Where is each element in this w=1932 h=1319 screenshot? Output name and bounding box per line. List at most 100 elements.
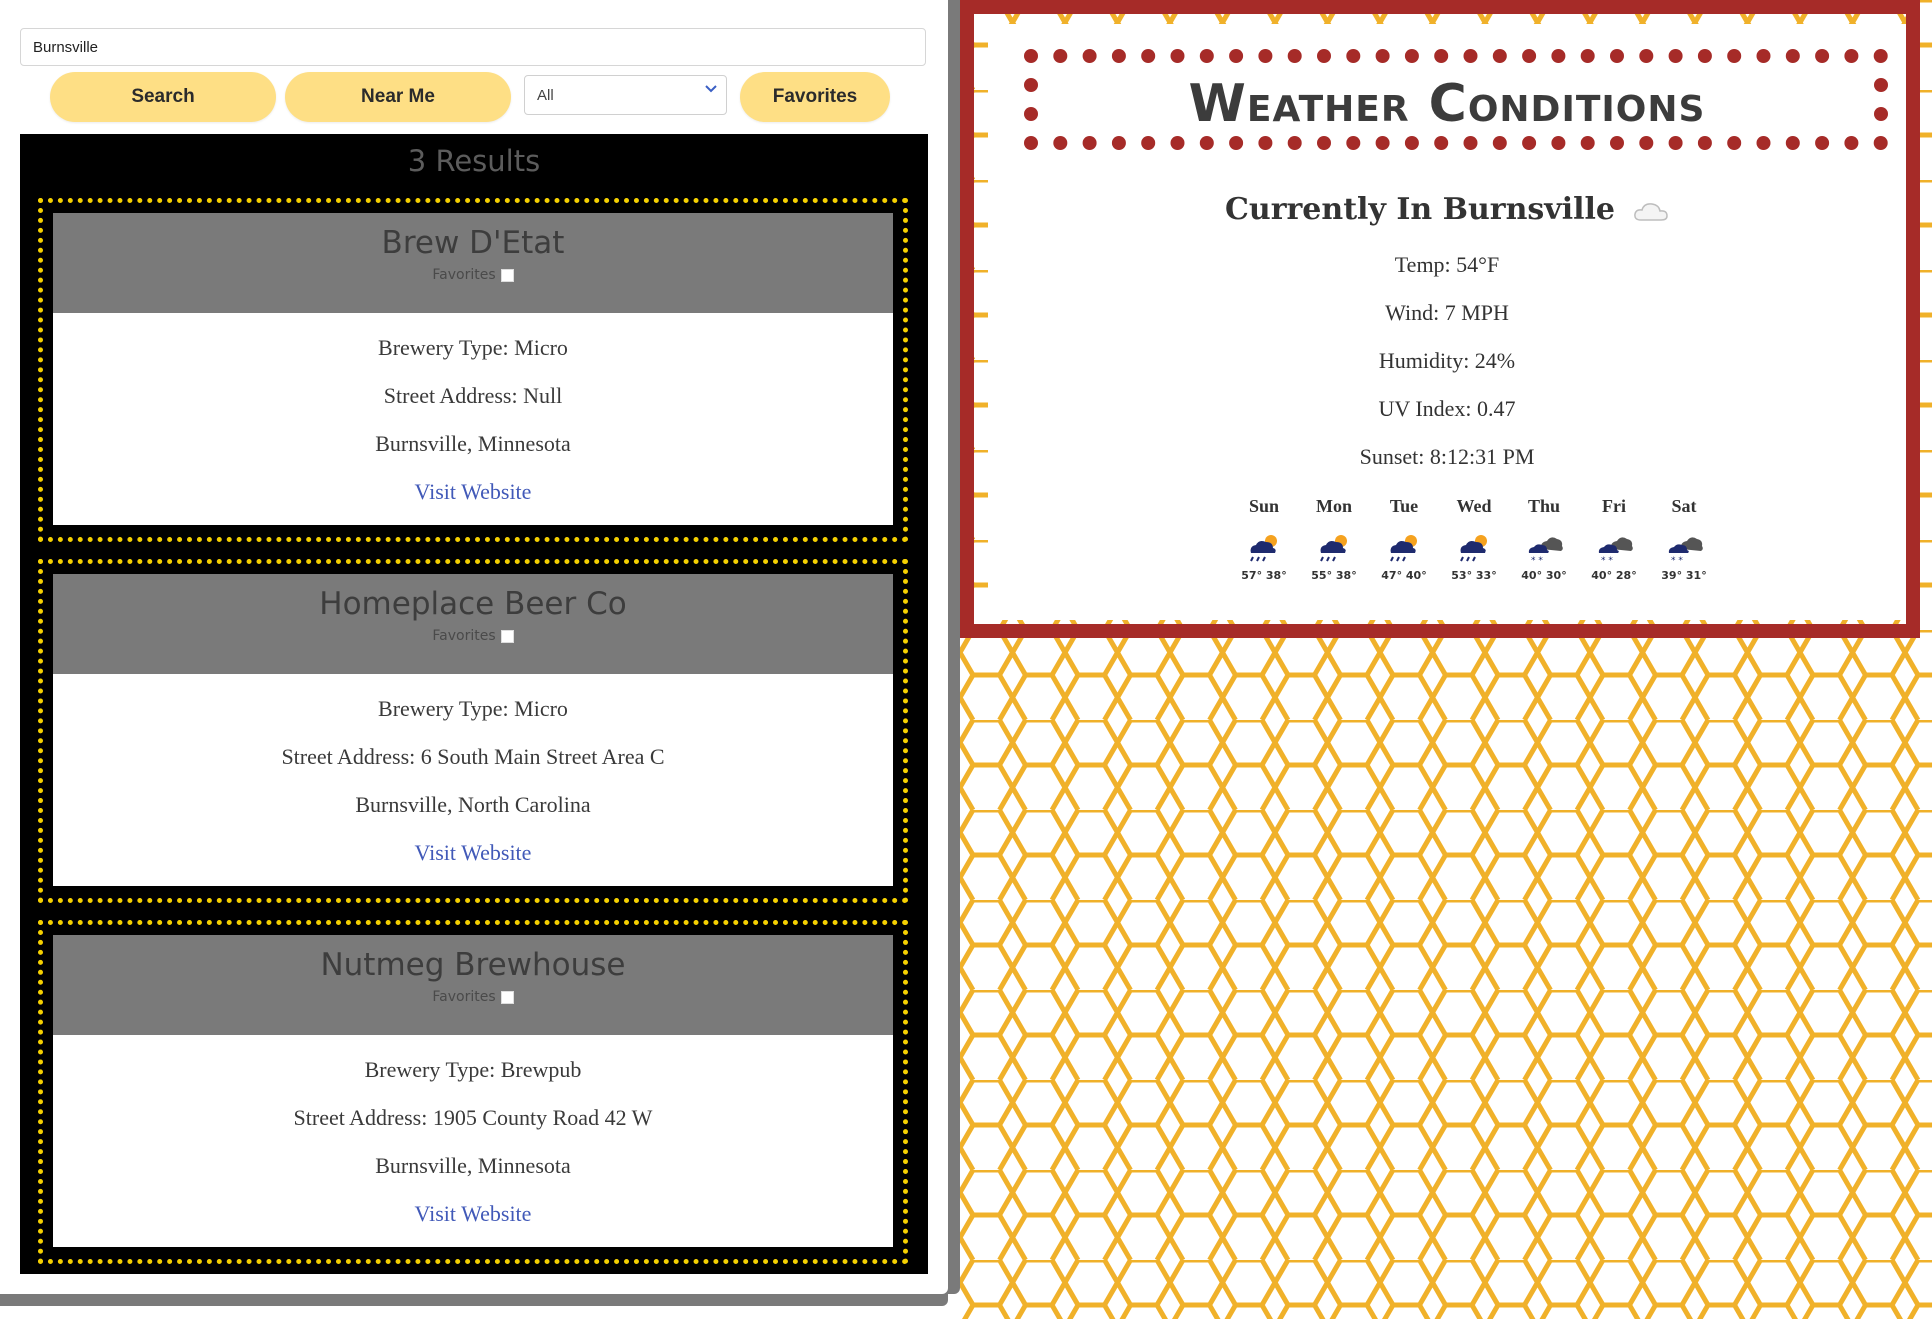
favorite-checkbox[interactable] — [500, 629, 514, 643]
frame-dot — [1785, 49, 1800, 63]
forecast-day: Tue 47° 40° — [1369, 496, 1439, 582]
forecast-temps: 39° 31° — [1661, 569, 1707, 582]
forecast-day: Wed 53° 33° — [1439, 496, 1509, 582]
snow-cloud-icon: * * — [1528, 537, 1563, 565]
snow-cloud-icon: * * — [1598, 537, 1633, 565]
current-humidity: Humidity: 24% — [1378, 348, 1516, 373]
frame-dot — [1141, 136, 1156, 150]
snow-cloud-icon: * * — [1668, 537, 1703, 565]
forecast-temps: 40° 30° — [1521, 569, 1567, 582]
favorite-toggle[interactable]: Favorites — [432, 989, 514, 1005]
visit-website-link[interactable]: Visit Website — [415, 1201, 532, 1226]
forecast-temps: 47° 40° — [1381, 569, 1427, 582]
frame-dot — [1199, 49, 1214, 63]
brewery-card: Brew D'Etat Favorites Brewery Type: Micr… — [38, 198, 908, 542]
forecast-temps: 55° 38° — [1311, 569, 1357, 582]
forecast-day-name: Thu — [1527, 496, 1561, 516]
frame-dot — [1727, 49, 1742, 63]
current-temp: Temp: 54°F — [1394, 252, 1500, 277]
favorite-checkbox[interactable] — [500, 268, 514, 282]
current-sunset: Sunset: 8:12:31 PM — [1359, 444, 1535, 469]
brewery-name: Brew D'Etat — [381, 225, 565, 261]
favorite-toggle[interactable]: Favorites — [432, 267, 514, 283]
frame-dot — [1785, 136, 1800, 150]
frame-dot — [1229, 136, 1244, 150]
brewery-card: Homeplace Beer Co Favorites Brewery Type… — [38, 559, 908, 903]
brewery-card-body: Brewery Type: Brewpub Street Address: 19… — [53, 1035, 893, 1247]
current-wind: Wind: 7 MPH — [1385, 300, 1509, 325]
frame-dot — [1111, 49, 1126, 63]
svg-text:* *: * * — [1531, 556, 1543, 565]
frame-dot — [1610, 136, 1624, 150]
frame-dot — [1873, 136, 1888, 150]
frame-dot — [1639, 136, 1654, 150]
brewery-type: Brewery Type: Micro — [378, 335, 568, 360]
visit-website-link[interactable]: Visit Website — [415, 840, 532, 865]
favorite-toggle[interactable]: Favorites — [432, 628, 514, 644]
frame-dot — [1492, 136, 1507, 150]
forecast-day-name: Sat — [1671, 496, 1697, 516]
brewery-card-header: Brew D'Etat Favorites — [53, 213, 893, 313]
favorite-checkbox[interactable] — [500, 990, 514, 1004]
brewery-card: Nutmeg Brewhouse Favorites Brewery Type:… — [38, 920, 908, 1264]
frame-dot — [1170, 136, 1185, 150]
forecast-day-name: Tue — [1389, 496, 1419, 516]
search-button[interactable]: Search — [50, 72, 276, 122]
frame-dot — [1873, 49, 1888, 63]
favorites-button[interactable]: Favorites — [740, 72, 890, 122]
cloud-icon — [1634, 203, 1668, 221]
frame-dot — [1697, 49, 1712, 63]
favorite-label: Favorites — [432, 989, 496, 1005]
frame-dot — [1170, 49, 1185, 63]
frame-dot — [1404, 49, 1419, 63]
brewery-card-header: Homeplace Beer Co Favorites — [53, 574, 893, 674]
city-search-input[interactable] — [20, 28, 926, 66]
brewery-type-select[interactable]: All — [524, 75, 727, 115]
visit-website-link[interactable]: Visit Website — [415, 479, 532, 504]
brewery-address: Street Address: 1905 County Road 42 W — [293, 1105, 653, 1130]
forecast-day-name: Mon — [1316, 496, 1352, 516]
frame-dot — [1434, 136, 1449, 150]
frame-dot — [1375, 49, 1390, 63]
frame-dot — [1346, 136, 1361, 150]
frame-dot — [1815, 136, 1830, 150]
frame-dot — [1141, 49, 1156, 63]
forecast-day: Sat * * 39° 31° — [1649, 496, 1719, 582]
frame-dot — [1229, 49, 1244, 63]
brewery-location: Burnsville, Minnesota — [375, 1153, 571, 1178]
frame-dot — [1756, 136, 1771, 150]
frame-dot — [1346, 49, 1361, 63]
frame-dot — [1639, 49, 1654, 63]
frame-dot — [1668, 49, 1683, 63]
forecast-day: Thu * * 40° 30° — [1509, 496, 1579, 582]
frame-dot — [1551, 49, 1566, 63]
sun-rain-icon — [1320, 535, 1347, 562]
brewery-address: Street Address: 6 South Main Street Area… — [281, 744, 665, 769]
sun-rain-icon — [1460, 535, 1487, 562]
frame-dot — [1317, 49, 1331, 63]
frame-dot — [1727, 136, 1742, 150]
near-me-button[interactable]: Near Me — [285, 72, 511, 122]
forecast-day: Mon 55° 38° — [1299, 496, 1369, 582]
frame-dot — [1258, 136, 1273, 150]
frame-dot — [1580, 49, 1595, 63]
frame-dot — [1844, 49, 1859, 63]
frame-dot — [1024, 136, 1038, 150]
results-list: 3 Results Brew D'Etat Favorites Brewery … — [20, 134, 928, 1274]
frame-dot — [1522, 136, 1537, 150]
forecast-day: Sun 57° 38° — [1229, 496, 1299, 582]
brewery-card-header: Nutmeg Brewhouse Favorites — [53, 935, 893, 1035]
frame-dot — [1375, 136, 1390, 150]
brewery-name: Nutmeg Brewhouse — [320, 947, 626, 983]
current-city-heading: Currently In Burnsville — [1225, 192, 1615, 227]
brewery-location: Burnsville, Minnesota — [375, 431, 571, 456]
brewery-card-body: Brewery Type: Micro Street Address: Null… — [53, 313, 893, 525]
current-weather-heading: Currently In Burnsville — [988, 192, 1906, 227]
frame-dot — [1551, 136, 1566, 150]
forecast-day-name: Fri — [1602, 496, 1626, 516]
frame-dot — [1199, 136, 1214, 150]
frame-dot — [1053, 49, 1068, 63]
forecast-day-name: Sun — [1248, 496, 1280, 516]
frame-dot — [1668, 136, 1683, 150]
frame-dot — [1111, 136, 1126, 150]
